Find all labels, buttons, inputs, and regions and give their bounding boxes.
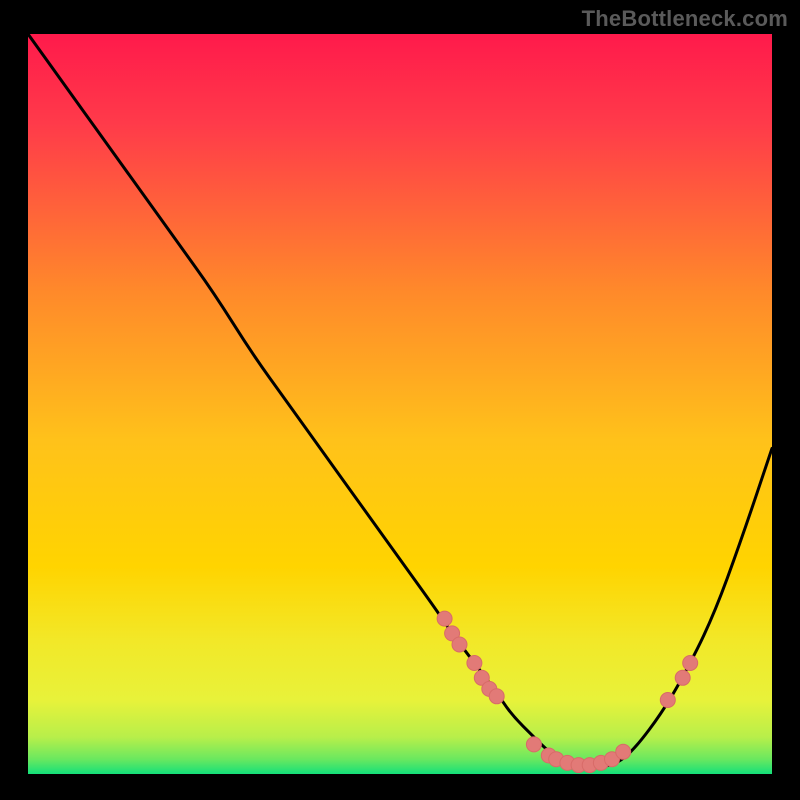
data-point bbox=[675, 670, 690, 685]
data-point bbox=[526, 737, 541, 752]
data-point bbox=[437, 611, 452, 626]
data-point bbox=[616, 744, 631, 759]
bottleneck-chart bbox=[28, 34, 772, 774]
data-point bbox=[467, 656, 482, 671]
data-point bbox=[660, 693, 675, 708]
watermark-label: TheBottleneck.com bbox=[582, 6, 788, 32]
gradient-bg bbox=[28, 34, 772, 774]
chart-frame: TheBottleneck.com bbox=[0, 0, 800, 800]
plot-area bbox=[28, 34, 772, 774]
data-point bbox=[452, 637, 467, 652]
data-point bbox=[683, 656, 698, 671]
data-point bbox=[489, 689, 504, 704]
